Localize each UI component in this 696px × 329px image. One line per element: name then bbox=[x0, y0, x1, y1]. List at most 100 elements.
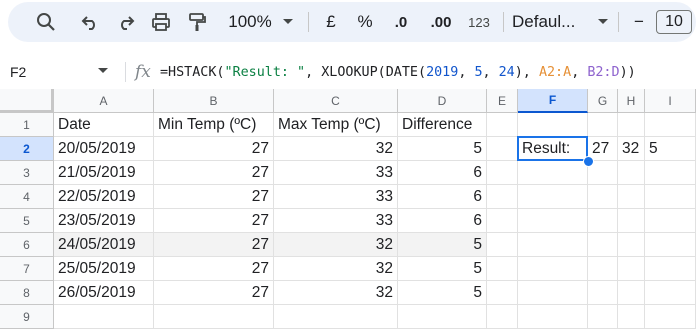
chevron-down-icon[interactable] bbox=[280, 2, 296, 42]
data-cell[interactable]: 26/05/2019 bbox=[54, 281, 154, 305]
column-header-e[interactable]: E bbox=[487, 89, 518, 113]
header-cell[interactable]: Date bbox=[54, 113, 154, 137]
header-cell[interactable]: Min Temp (ºC) bbox=[154, 113, 274, 137]
data-cell[interactable]: 32 bbox=[274, 257, 398, 281]
data-cell[interactable]: 6 bbox=[398, 161, 487, 185]
font-family-select[interactable]: Defaul... bbox=[512, 2, 592, 42]
cell[interactable] bbox=[487, 257, 518, 281]
cell[interactable] bbox=[645, 209, 696, 233]
cell[interactable] bbox=[588, 185, 618, 209]
cell[interactable] bbox=[618, 161, 645, 185]
cell[interactable] bbox=[588, 305, 618, 329]
header-cell[interactable]: Difference bbox=[398, 113, 487, 137]
print-icon[interactable] bbox=[146, 2, 176, 42]
cell[interactable] bbox=[618, 305, 645, 329]
result-label-cell[interactable]: Result: bbox=[518, 137, 588, 161]
data-cell[interactable]: 22/05/2019 bbox=[54, 185, 154, 209]
column-header-c[interactable]: C bbox=[274, 89, 398, 113]
cell[interactable] bbox=[518, 161, 588, 185]
cell[interactable] bbox=[518, 209, 588, 233]
font-size-input[interactable]: 10 bbox=[656, 10, 692, 34]
data-cell[interactable]: 27 bbox=[154, 185, 274, 209]
column-header-i[interactable]: I bbox=[645, 89, 696, 113]
cell[interactable] bbox=[54, 305, 154, 329]
cell[interactable] bbox=[645, 281, 696, 305]
row-header-5[interactable]: 5 bbox=[0, 209, 54, 233]
cell[interactable] bbox=[588, 281, 618, 305]
cell[interactable] bbox=[518, 233, 588, 257]
chevron-down-icon[interactable] bbox=[98, 68, 108, 74]
cell[interactable] bbox=[645, 161, 696, 185]
decrease-decimal-button[interactable]: .0 bbox=[386, 2, 416, 42]
cell[interactable] bbox=[487, 185, 518, 209]
result-cell[interactable]: 32 bbox=[618, 137, 645, 161]
cell[interactable] bbox=[618, 233, 645, 257]
row-header-3[interactable]: 3 bbox=[0, 161, 54, 185]
cell[interactable] bbox=[487, 113, 518, 137]
zoom-select[interactable]: 100% bbox=[220, 2, 280, 42]
currency-format-button[interactable]: £ bbox=[320, 2, 342, 42]
undo-icon[interactable] bbox=[76, 2, 104, 42]
data-cell[interactable]: 5 bbox=[398, 281, 487, 305]
cell[interactable] bbox=[645, 113, 696, 137]
data-cell[interactable]: 21/05/2019 bbox=[54, 161, 154, 185]
cell[interactable] bbox=[645, 257, 696, 281]
name-box[interactable]: F2 bbox=[10, 57, 26, 87]
column-header-b[interactable]: B bbox=[154, 89, 274, 113]
column-header-a[interactable]: A bbox=[54, 89, 154, 113]
data-cell[interactable]: 27 bbox=[154, 281, 274, 305]
redo-icon[interactable] bbox=[112, 2, 140, 42]
select-all-corner[interactable] bbox=[0, 89, 54, 113]
decrease-font-size-button[interactable]: − bbox=[628, 2, 650, 42]
data-cell[interactable]: 32 bbox=[274, 233, 398, 257]
data-cell[interactable]: 23/05/2019 bbox=[54, 209, 154, 233]
row-header-7[interactable]: 7 bbox=[0, 257, 54, 281]
cell[interactable] bbox=[487, 233, 518, 257]
cell[interactable] bbox=[645, 233, 696, 257]
cell[interactable] bbox=[487, 209, 518, 233]
data-cell[interactable]: 5 bbox=[398, 257, 487, 281]
cell[interactable] bbox=[588, 233, 618, 257]
data-cell[interactable]: 25/05/2019 bbox=[54, 257, 154, 281]
column-header-d[interactable]: D bbox=[398, 89, 487, 113]
data-cell[interactable]: 6 bbox=[398, 209, 487, 233]
column-header-h[interactable]: H bbox=[618, 89, 645, 113]
number-format-button[interactable]: 123 bbox=[464, 2, 494, 42]
cell[interactable] bbox=[588, 209, 618, 233]
column-header-g[interactable]: G bbox=[588, 89, 618, 113]
data-cell[interactable]: 5 bbox=[398, 137, 487, 161]
cell[interactable] bbox=[487, 305, 518, 329]
chevron-down-icon[interactable] bbox=[596, 2, 610, 42]
row-header-8[interactable]: 8 bbox=[0, 281, 54, 305]
data-cell[interactable]: 6 bbox=[398, 185, 487, 209]
formula-input[interactable]: =HSTACK("Result: ", XLOOKUP(DATE(2019, 5… bbox=[160, 57, 636, 87]
data-cell[interactable]: 27 bbox=[154, 257, 274, 281]
row-header-2[interactable]: 2 bbox=[0, 137, 54, 161]
increase-decimal-button[interactable]: .00 bbox=[424, 2, 458, 42]
cell[interactable] bbox=[618, 185, 645, 209]
data-cell[interactable]: 20/05/2019 bbox=[54, 137, 154, 161]
cell[interactable] bbox=[487, 161, 518, 185]
paint-format-icon[interactable] bbox=[182, 2, 212, 42]
data-cell[interactable]: 27 bbox=[154, 233, 274, 257]
fill-handle[interactable] bbox=[583, 156, 594, 167]
cell[interactable] bbox=[518, 305, 588, 329]
data-cell[interactable]: 33 bbox=[274, 161, 398, 185]
cell[interactable] bbox=[398, 305, 487, 329]
cell[interactable] bbox=[618, 281, 645, 305]
search-icon[interactable] bbox=[30, 2, 62, 42]
cell[interactable] bbox=[274, 305, 398, 329]
cell[interactable] bbox=[618, 113, 645, 137]
row-header-4[interactable]: 4 bbox=[0, 185, 54, 209]
data-cell[interactable]: 5 bbox=[398, 233, 487, 257]
cell[interactable] bbox=[518, 257, 588, 281]
data-cell[interactable]: 27 bbox=[154, 209, 274, 233]
data-cell[interactable]: 27 bbox=[154, 161, 274, 185]
result-cell[interactable]: 5 bbox=[645, 137, 696, 161]
percent-format-button[interactable]: % bbox=[354, 2, 376, 42]
cell[interactable] bbox=[487, 281, 518, 305]
cell[interactable] bbox=[645, 185, 696, 209]
data-cell[interactable]: 27 bbox=[154, 137, 274, 161]
cell[interactable] bbox=[618, 209, 645, 233]
data-cell[interactable]: 24/05/2019 bbox=[54, 233, 154, 257]
